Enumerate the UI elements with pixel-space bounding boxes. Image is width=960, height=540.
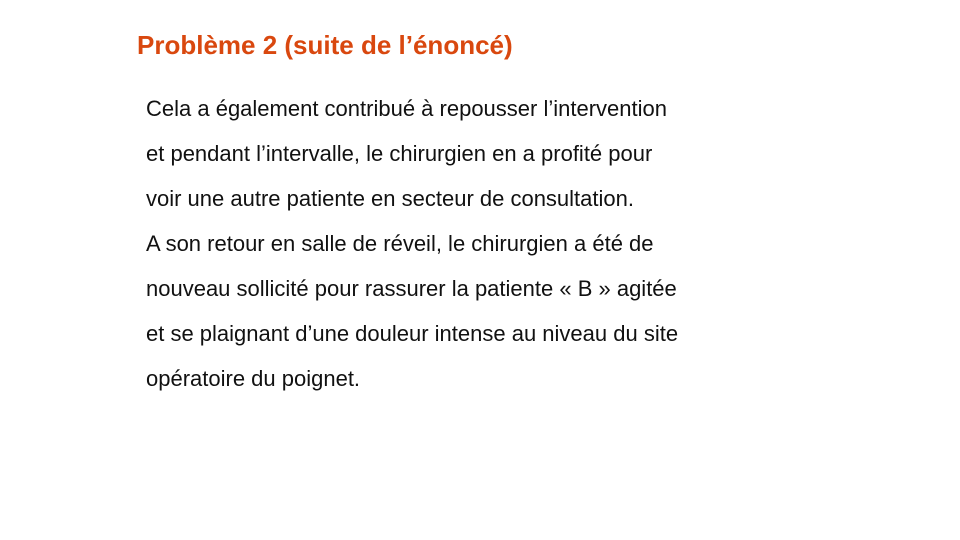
body-line-7: opératoire du poignet. (146, 366, 361, 391)
body-line-4: A son retour en salle de réveil, le chir… (146, 231, 654, 256)
body-line-2: et pendant l’intervalle, le chirurgien e… (146, 141, 653, 166)
body-line-1: Cela a également contribué à repousser l… (146, 96, 667, 121)
body-line-6: et se plaignant d’une douleur intense au… (146, 321, 679, 346)
body-line-3: voir une autre patiente en secteur de co… (146, 186, 634, 211)
slide-body: Cela a également contribué à repousser l… (146, 86, 866, 401)
body-line-5: nouveau sollicité pour rassurer la patie… (146, 276, 677, 301)
slide-title: Problème 2 (suite de l’énoncé) (137, 30, 513, 60)
slide: Problème 2 (suite de l’énoncé) Cela a ég… (0, 0, 960, 540)
